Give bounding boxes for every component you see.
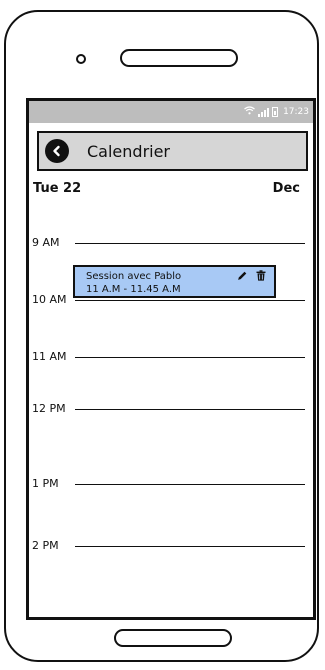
back-arrow-icon xyxy=(51,142,63,161)
hour-label: 12 PM xyxy=(32,402,66,415)
hour-row: 9 AM xyxy=(29,235,313,251)
battery-icon xyxy=(272,107,279,117)
page-title: Calendrier xyxy=(87,141,171,161)
hour-divider xyxy=(75,409,305,410)
hour-row: 11 AM xyxy=(29,349,313,365)
hour-label: 9 AM xyxy=(32,236,60,249)
hour-row: 2 PM xyxy=(29,538,313,554)
home-button[interactable] xyxy=(114,629,232,647)
hour-divider xyxy=(75,484,305,485)
hour-row: 12 PM xyxy=(29,401,313,417)
date-day: Tue 22 xyxy=(33,181,82,196)
camera-icon xyxy=(76,54,86,64)
speaker-grille xyxy=(120,49,238,67)
hour-divider xyxy=(75,546,305,547)
hour-label: 2 PM xyxy=(32,539,59,552)
signal-icon xyxy=(258,107,270,117)
hour-label: 10 AM xyxy=(32,293,67,306)
trash-icon[interactable] xyxy=(256,270,266,285)
hour-divider xyxy=(75,300,305,301)
date-month: Dec xyxy=(272,181,300,196)
back-button[interactable] xyxy=(45,139,69,163)
hour-label: 11 AM xyxy=(32,350,67,363)
wifi-icon xyxy=(244,106,255,118)
event-actions xyxy=(237,270,266,285)
status-time: 17:23 xyxy=(283,107,309,117)
app-bar: Calendrier xyxy=(37,131,308,171)
phone-frame: 17:23 Calendrier Tue 22 Dec 9 AM 10 AM 1… xyxy=(4,10,319,662)
phone-screen: 17:23 Calendrier Tue 22 Dec 9 AM 10 AM 1… xyxy=(26,98,316,620)
pencil-icon[interactable] xyxy=(237,270,248,285)
status-bar: 17:23 xyxy=(29,101,313,123)
hour-row: 1 PM xyxy=(29,476,313,492)
hour-divider xyxy=(75,357,305,358)
calendar-event[interactable]: Session avec Pablo 11 A.M - 11.45 A.M xyxy=(73,265,276,298)
hour-label: 1 PM xyxy=(32,477,59,490)
hour-divider xyxy=(75,243,305,244)
